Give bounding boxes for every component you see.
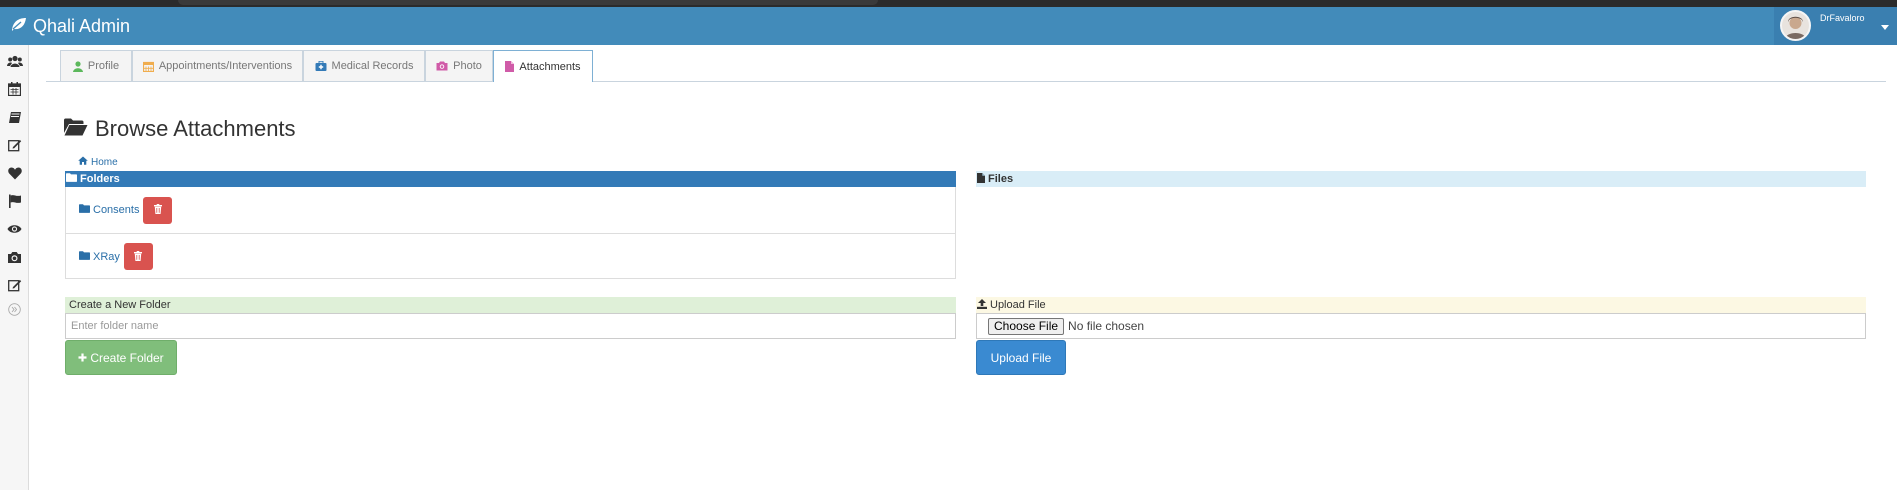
files-panel-header: Files bbox=[976, 171, 1866, 187]
file-input[interactable]: Choose File No file chosen bbox=[976, 313, 1866, 339]
user-icon bbox=[72, 60, 83, 72]
app-brand[interactable]: Qhali Admin bbox=[10, 14, 130, 38]
choose-file-button[interactable]: Choose File bbox=[988, 317, 1065, 335]
tab-label: Photo bbox=[453, 60, 482, 72]
calendar-icon[interactable] bbox=[0, 75, 29, 103]
folder-icon bbox=[79, 204, 90, 216]
files-header-label: Files bbox=[988, 173, 1014, 185]
create-folder-header: Create a New Folder bbox=[65, 297, 956, 313]
edit-icon[interactable] bbox=[0, 271, 29, 299]
folder-link-xray[interactable]: XRay bbox=[79, 251, 120, 263]
flag-icon[interactable] bbox=[0, 187, 29, 215]
heart-icon[interactable] bbox=[0, 159, 29, 187]
home-icon bbox=[78, 156, 88, 168]
folders-panel-header: Folders bbox=[65, 171, 956, 187]
tab-label: Profile bbox=[87, 60, 120, 72]
tab-profile[interactable]: Profile bbox=[60, 50, 132, 81]
file-icon bbox=[977, 172, 985, 186]
tab-medical-records[interactable]: Medical Records bbox=[303, 50, 425, 81]
tab-attachments[interactable]: Attachments bbox=[493, 50, 593, 82]
avatar bbox=[1780, 10, 1811, 41]
no-file-text: No file chosen bbox=[1068, 319, 1145, 333]
browser-top-strip bbox=[0, 0, 1897, 7]
trash-icon bbox=[134, 248, 143, 266]
tab-label: Medical Records bbox=[331, 60, 414, 72]
folder-name-input[interactable] bbox=[65, 313, 956, 339]
page-title: Browse Attachments bbox=[64, 116, 296, 142]
upload-header-label: Upload File bbox=[990, 299, 1046, 311]
trash-icon bbox=[153, 201, 162, 219]
sidebar bbox=[0, 45, 29, 490]
edit-icon[interactable] bbox=[0, 131, 29, 159]
leaf-icon bbox=[10, 16, 33, 37]
list-item: XRay bbox=[66, 233, 955, 279]
delete-folder-button[interactable] bbox=[123, 243, 153, 270]
calendar-icon bbox=[142, 61, 154, 72]
folder-link-consents[interactable]: Consents bbox=[79, 204, 139, 216]
users-icon[interactable] bbox=[0, 47, 29, 75]
expand-icon[interactable] bbox=[0, 299, 29, 319]
page-title-text: Browse Attachments bbox=[95, 116, 296, 141]
username: DrFavaloro bbox=[1820, 13, 1865, 23]
camera-icon[interactable] bbox=[0, 243, 29, 271]
chevron-down-icon bbox=[1881, 25, 1889, 30]
upload-icon bbox=[977, 298, 987, 312]
file-icon bbox=[505, 61, 515, 72]
create-folder-label: Create Folder bbox=[90, 350, 164, 365]
app-title: Qhali Admin bbox=[33, 15, 131, 36]
breadcrumb-home[interactable]: Home bbox=[91, 157, 118, 168]
folder-name: Consents bbox=[93, 204, 140, 216]
tab-photo[interactable]: Photo bbox=[425, 50, 493, 81]
folders-header-label: Folders bbox=[80, 173, 120, 185]
plus-icon bbox=[78, 351, 87, 365]
create-folder-header-label: Create a New Folder bbox=[69, 299, 171, 311]
medkit-icon bbox=[315, 61, 327, 71]
tab-appointments[interactable]: Appointments/Interventions bbox=[132, 50, 303, 81]
folders-list: Consents XRay bbox=[65, 187, 956, 279]
tab-label: Appointments/Interventions bbox=[158, 60, 293, 72]
list-item: Consents bbox=[66, 187, 955, 233]
book-icon[interactable] bbox=[0, 103, 29, 131]
camera-icon bbox=[436, 61, 448, 71]
tab-bar: Profile Appointments/Interventions Medic… bbox=[46, 50, 1886, 82]
breadcrumb[interactable]: Home bbox=[78, 156, 118, 168]
delete-folder-button[interactable] bbox=[143, 196, 173, 224]
upload-file-header: Upload File bbox=[976, 297, 1866, 313]
create-folder-button[interactable]: Create Folder bbox=[65, 340, 177, 375]
folder-icon bbox=[79, 250, 90, 263]
upload-file-button[interactable]: Upload File bbox=[976, 340, 1066, 375]
user-menu[interactable]: DrFavaloro bbox=[1774, 7, 1897, 45]
folder-icon bbox=[66, 173, 77, 185]
browser-tab-shape bbox=[178, 0, 878, 5]
top-navbar: Qhali Admin DrFavaloro bbox=[0, 7, 1897, 45]
tab-label: Attachments bbox=[519, 60, 581, 73]
folder-open-icon bbox=[64, 116, 95, 142]
folder-name: XRay bbox=[93, 250, 120, 263]
eye-icon[interactable] bbox=[0, 215, 29, 243]
